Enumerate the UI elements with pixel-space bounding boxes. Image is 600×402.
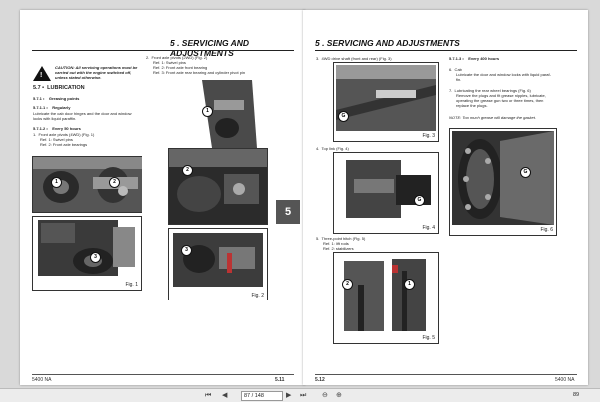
item-5-ref2: Ref. 2: stabilizers: [323, 246, 354, 251]
callout-1: 1: [202, 106, 213, 117]
figure-5-label: Fig. 5: [422, 335, 435, 341]
footer-rule: [315, 374, 577, 375]
callout-2: 2: [109, 177, 120, 188]
first-page-icon[interactable]: ⏮: [205, 391, 211, 400]
item-4: 4. Top link (Fig. 4): [316, 146, 349, 151]
figure-2-label: Fig. 2: [251, 293, 264, 299]
section-5-7-1-3: 5.7.1.3 • Every 400 hours: [449, 56, 500, 61]
figure-2-photo-c: 3 Fig. 2: [168, 228, 268, 300]
figure-3-label: Fig. 3: [422, 133, 435, 139]
rear-wheel-bearing-photo: [452, 131, 554, 225]
page-left: 5 . SERVICING AND ADJUSTMENTS ! CAUTION:…: [20, 10, 305, 385]
figure-1: 1 2 3 Fig. 1: [32, 156, 142, 291]
figure-4-label: Fig. 4: [422, 225, 435, 231]
page-header: 5 . SERVICING AND ADJUSTMENTS: [315, 38, 460, 48]
footer-page-number: 5.11: [275, 377, 285, 383]
rear-bearing-photo: [169, 229, 267, 291]
header-rule: [315, 50, 577, 51]
document-viewer: 5 . SERVICING AND ADJUSTMENTS ! CAUTION:…: [0, 0, 600, 388]
warning-exclamation: !: [40, 72, 43, 79]
figure-6-label: Fig. 6: [540, 227, 553, 233]
figure-3: G Fig. 3: [333, 62, 439, 142]
callout-3: 3: [90, 252, 101, 263]
three-point-hitch-photo: [336, 255, 436, 333]
callout-g: G: [338, 111, 349, 122]
page-right: 5 . SERVICING AND ADJUSTMENTS 3. 4WD dri…: [303, 10, 588, 385]
footer-model: 5400 NA: [32, 377, 52, 383]
footer-model: 5400 NA: [555, 377, 575, 383]
item-7-text: replace the plugs.: [456, 103, 488, 108]
zoom-in-icon[interactable]: ⊕: [336, 391, 342, 400]
callout-g: G: [520, 167, 531, 178]
figure-1-photo-b: 3 Fig. 1: [32, 216, 142, 291]
wheel-hub-photo: [33, 217, 141, 280]
header-rule: [32, 50, 294, 51]
figure-1-label: Fig. 1: [125, 282, 138, 288]
zoom-out-icon[interactable]: ⊖: [322, 391, 328, 400]
section-5-7-1-1: 5.7.1.1 • Regularly: [33, 105, 71, 110]
callout-1: 1: [404, 279, 415, 290]
callout-g: G: [414, 195, 425, 206]
figure-6: G Fig. 6: [449, 128, 557, 236]
footer-rule: [32, 374, 294, 375]
page-number-input[interactable]: 87 / 148: [241, 391, 283, 401]
item-1-ref2: Ref. 2: Front axle bearings: [40, 142, 88, 147]
item-6-text: fin.: [456, 77, 462, 82]
item-2-ref3: Ref. 3: Front axle rear bearing and cyli…: [153, 70, 246, 75]
callout-2: 2: [182, 165, 193, 176]
figure-4: G Fig. 4: [333, 152, 439, 234]
figure-2-photo-a: 1: [172, 80, 262, 148]
item-3: 3. 4WD drive shaft (front and rear) (Fig…: [316, 56, 392, 61]
paragraph-line: locks with liquid paraffin.: [33, 116, 77, 121]
last-page-icon[interactable]: ⏭: [300, 391, 306, 400]
item-6-text: Lubricate the door and window locks with…: [456, 72, 551, 77]
callout-1: 1: [51, 177, 62, 188]
footer-page-number: 5.12: [315, 377, 325, 383]
swivel-pin-photo: [172, 80, 262, 148]
previous-page-icon[interactable]: ◀: [222, 391, 227, 400]
figure-2-photo-b: 2: [168, 148, 268, 225]
chapter-tab: 5: [276, 200, 300, 224]
section-5-7-1-2: 5.7.1.2 • Every 50 hours: [33, 126, 81, 131]
section-5-7-1: 5.7.1 • Greasing points: [33, 96, 80, 101]
zoom-level: 89: [573, 392, 580, 398]
figure-5: 2 1 Fig. 5: [333, 252, 439, 344]
axle-photo: [33, 157, 142, 212]
warning-line3: unless stated otherwise.: [55, 75, 102, 80]
note: NOTE: Too much grease will damage the ga…: [449, 115, 537, 120]
figure-2: 1 2 3 Fig. 2: [146, 80, 276, 300]
front-bearing-photo: [169, 149, 267, 224]
top-link-photo: [336, 155, 436, 223]
next-page-icon[interactable]: ▶: [286, 391, 291, 400]
callout-2: 2: [342, 279, 353, 290]
figure-1-photo-a: 1 2: [32, 156, 142, 213]
callout-3: 3: [181, 245, 192, 256]
drive-shaft-photo: [336, 65, 436, 131]
viewer-toolbar: ⏮ ◀ 87 / 148 ▶ ⏭ ⊖ ⊕ 89: [0, 388, 600, 402]
section-5-7: 5.7 • LUBRICATION: [33, 85, 85, 91]
